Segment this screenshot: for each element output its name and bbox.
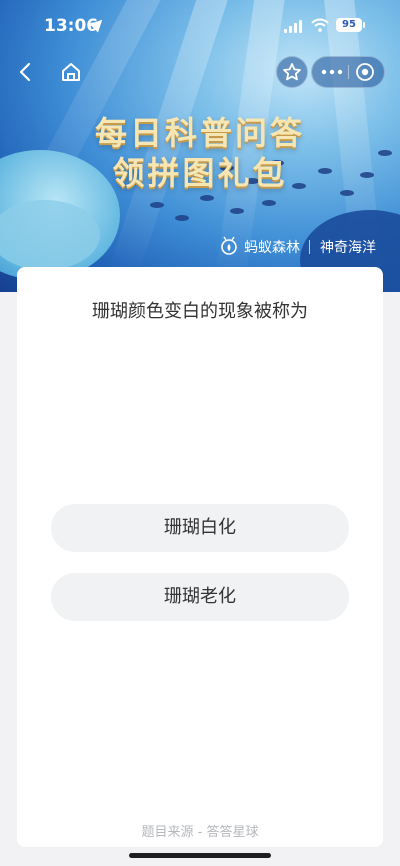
question-text: 珊瑚颜色变白的现象被称为 xyxy=(92,301,308,322)
banner-title-line2: 领拼图礼包 xyxy=(112,154,288,192)
target-icon[interactable] xyxy=(355,62,375,82)
home-icon[interactable] xyxy=(57,58,85,86)
fish-decoration xyxy=(200,195,214,201)
mini-program-capsule xyxy=(311,56,385,88)
signal-icon xyxy=(284,20,304,33)
home-indicator[interactable] xyxy=(129,853,271,858)
more-icon[interactable] xyxy=(320,65,344,79)
back-chevron-icon[interactable] xyxy=(12,58,40,86)
fish-decoration xyxy=(150,202,164,208)
fish-decoration xyxy=(262,200,276,206)
battery-tip xyxy=(363,22,365,28)
question-source: 题目来源 - 答答星球 xyxy=(141,825,259,840)
brand-divider xyxy=(309,240,310,254)
answer-option-2[interactable]: 珊瑚老化 xyxy=(51,573,349,621)
status-time: 13:06 xyxy=(44,16,99,36)
answer-option-1[interactable]: 珊瑚白化 xyxy=(51,504,349,552)
ant-forest-logo-icon xyxy=(221,236,237,255)
wifi-icon xyxy=(311,18,329,32)
brand-ant-forest: 蚂蚁森林 xyxy=(244,240,300,256)
fish-decoration xyxy=(230,208,244,214)
capsule-divider xyxy=(348,65,349,79)
battery-icon: 95 xyxy=(336,18,362,32)
fish-decoration xyxy=(175,215,189,221)
star-icon xyxy=(283,63,301,81)
favorite-button[interactable] xyxy=(276,56,308,88)
brand-magic-ocean: 神奇海洋 xyxy=(320,240,376,256)
status-bar: 13:06 95 xyxy=(0,0,400,52)
quiz-card: 珊瑚颜色变白的现象被称为 珊瑚白化 珊瑚老化 xyxy=(17,267,383,847)
